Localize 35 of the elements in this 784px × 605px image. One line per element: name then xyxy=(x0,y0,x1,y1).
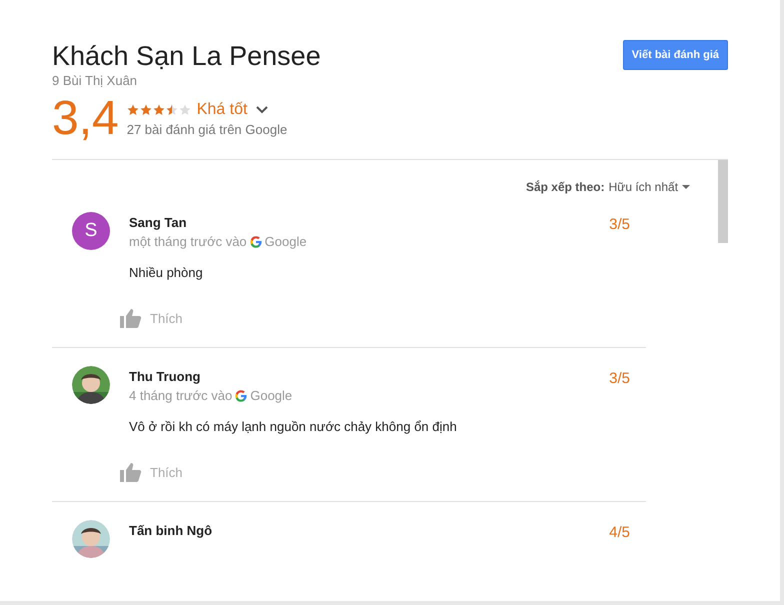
hotel-address: 9 Bùi Thị Xuân xyxy=(52,73,138,88)
review-rating: 3/5 xyxy=(609,370,630,387)
review-time: 4 tháng trước vào xyxy=(129,388,232,403)
review-time: một tháng trước vào xyxy=(129,234,247,249)
sort-dropdown[interactable]: Hữu ích nhất xyxy=(608,180,690,194)
review-text: Vô ở rồi kh có máy lạnh nguồn nước chảy không ổn định xyxy=(129,419,458,434)
reviewer-name: Sang Tan xyxy=(129,215,187,230)
reviewer-name: Tấn binh Ngô xyxy=(129,523,212,538)
google-icon xyxy=(250,236,262,248)
thumbs-up-icon xyxy=(120,308,142,328)
rating-verdict: Khá tốt xyxy=(196,101,248,119)
avatar: S xyxy=(72,212,110,250)
like-button[interactable]: Thích xyxy=(120,462,183,482)
review-source: Google xyxy=(264,234,307,249)
review-source: Google xyxy=(250,388,292,403)
star-icon xyxy=(178,104,191,116)
star-icon xyxy=(152,104,165,116)
rating-score: 3,4 xyxy=(52,94,119,144)
review-count: 27 bài đánh giá trên Google xyxy=(126,122,288,137)
star-icon xyxy=(166,104,178,116)
scrollbar-thumb[interactable] xyxy=(718,160,728,243)
like-button[interactable]: Thích xyxy=(120,308,183,328)
google-icon xyxy=(235,390,248,402)
review-rating: 4/5 xyxy=(609,524,630,541)
write-review-button[interactable]: Viết bài đánh giá xyxy=(622,40,728,70)
review-rating: 3/5 xyxy=(609,216,630,233)
reviewer-name: Thu Truong xyxy=(129,369,200,384)
star-icon xyxy=(140,104,152,116)
sort-label: Sắp xếp theo: xyxy=(526,180,605,194)
chevron-down-icon[interactable] xyxy=(255,105,270,115)
review-text: Nhiều phòng xyxy=(129,265,204,280)
star-icon xyxy=(126,104,139,116)
thumbs-up-icon xyxy=(120,462,142,482)
hotel-title: Khách Sạn La Pensee xyxy=(52,40,321,72)
dropdown-arrow-icon xyxy=(682,185,690,189)
